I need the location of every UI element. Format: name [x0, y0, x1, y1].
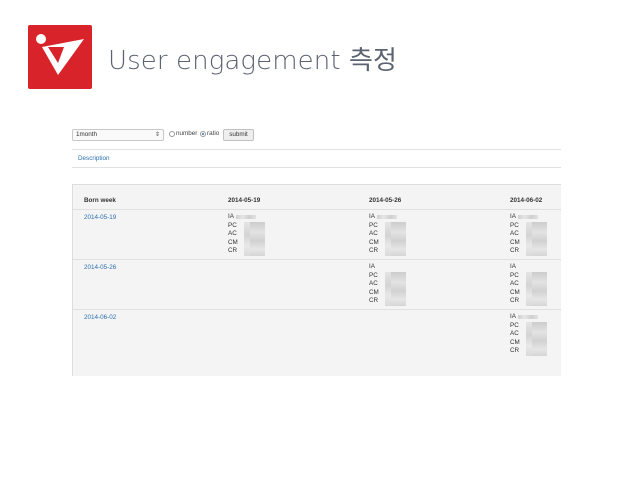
- brand-logo-mark: [36, 34, 84, 75]
- header-week-2: 2014-05-26: [369, 197, 402, 204]
- born-week-link[interactable]: 2014-06-02: [84, 314, 116, 322]
- filter-toolbar: 1month ⇕ number ratio submit: [72, 128, 561, 144]
- metric-cell: IA PC AC CM CR: [510, 313, 560, 356]
- embedded-screenshot: 1month ⇕ number ratio submit Description…: [72, 124, 561, 376]
- redacted-values: [526, 322, 547, 356]
- metric-cell: IA PC AC CM CR: [510, 263, 560, 306]
- redacted-values: [244, 222, 265, 256]
- redacted-values: [385, 222, 406, 256]
- cohort-table: Born week 2014-05-19 2014-05-26 2014-06-…: [72, 184, 561, 376]
- tab-description[interactable]: Description: [78, 155, 110, 163]
- period-select[interactable]: 1month ⇕: [72, 129, 164, 141]
- radio-number[interactable]: [169, 131, 175, 137]
- metric-cell: IA PC AC CM CR: [369, 263, 419, 306]
- radio-ratio-label: ratio: [207, 130, 220, 137]
- born-week-link[interactable]: 2014-05-26: [84, 264, 116, 272]
- header-born-week: Born week: [84, 197, 116, 204]
- metric-cell: IA PC AC CM CR: [228, 213, 278, 256]
- metric-label: IA: [510, 263, 516, 270]
- metric-cell: IA PC AC CM CR: [369, 213, 419, 256]
- period-select-value: 1month: [76, 131, 98, 138]
- redacted-value: [377, 215, 397, 219]
- metric-cell: IA PC AC CM CR: [510, 213, 560, 256]
- header-divider: [73, 209, 561, 210]
- radio-ratio[interactable]: [200, 131, 206, 137]
- redacted-value: [236, 215, 256, 219]
- brand-logo: [28, 25, 92, 89]
- redacted-value: [518, 215, 538, 219]
- redacted-values: [526, 222, 547, 256]
- header-week-3: 2014-06-02: [510, 197, 543, 204]
- redacted-values: [385, 272, 406, 306]
- divider: [72, 167, 561, 168]
- submit-button[interactable]: submit: [223, 129, 254, 141]
- row-divider: [73, 309, 561, 310]
- select-arrows-icon: ⇕: [154, 132, 160, 138]
- divider: [72, 149, 561, 150]
- redacted-values: [526, 272, 547, 306]
- radio-number-label: number: [176, 130, 198, 137]
- slide-title: User engagement 측정: [108, 46, 398, 76]
- redacted-value: [518, 315, 538, 319]
- header-week-1: 2014-05-19: [228, 197, 261, 204]
- metric-label: IA: [369, 263, 375, 270]
- row-divider: [73, 259, 561, 260]
- born-week-link[interactable]: 2014-05-19: [84, 214, 116, 222]
